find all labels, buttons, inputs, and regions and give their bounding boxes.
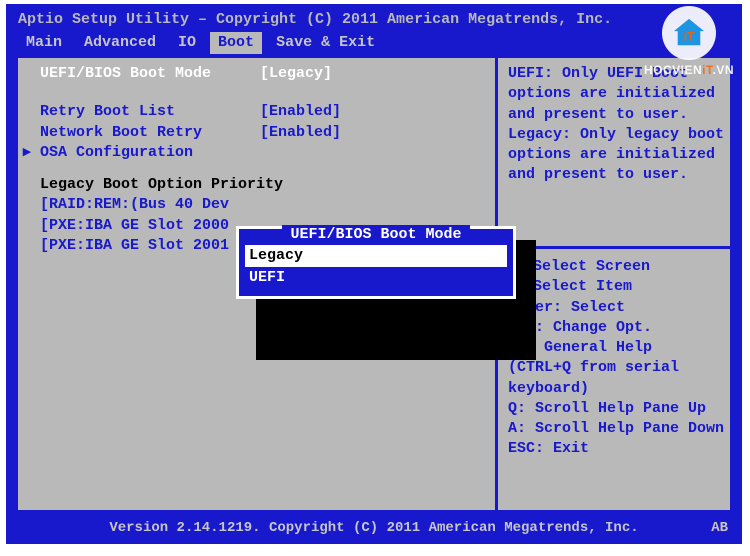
key-f1: F1: General Help — [508, 338, 724, 358]
key-enter: Enter: Select — [508, 298, 724, 318]
key-ctrlq-2: keyboard) — [508, 379, 724, 399]
key-esc: ESC: Exit — [508, 439, 724, 459]
menu-advanced[interactable]: Advanced — [76, 32, 164, 54]
setting-value: [Legacy] — [260, 64, 332, 84]
menu-save-exit[interactable]: Save & Exit — [268, 32, 383, 54]
title-text: Aptio Setup Utility – Copyright (C) 2011… — [18, 11, 612, 28]
menu-io[interactable]: IO — [170, 32, 204, 54]
setting-value: [Enabled] — [260, 123, 341, 143]
key-select-item: ↕ Select Item — [508, 277, 724, 297]
popup-option-uefi[interactable]: UEFI — [245, 267, 507, 289]
key-q: Q: Scroll Help Pane Up — [508, 399, 724, 419]
key-a: A: Scroll Help Pane Down — [508, 419, 724, 439]
version-footer: Version 2.14.1219. Copyright (C) 2011 Am… — [6, 519, 742, 538]
key-select-screen: ↔ Select Screen — [508, 257, 724, 277]
help-text: UEFI: Only UEFI Boot options are initial… — [498, 56, 730, 246]
setting-label: OSA Configuration — [40, 143, 260, 163]
setting-value: [Enabled] — [260, 102, 341, 122]
setting-osa-configuration[interactable]: ▸ OSA Configuration — [26, 143, 483, 163]
menu-boot[interactable]: Boot — [210, 32, 262, 54]
setting-uefi-bios-boot-mode[interactable]: UEFI/BIOS Boot Mode [Legacy] — [26, 64, 483, 84]
popup-body: Legacy UEFI — [239, 243, 513, 296]
bios-window: Aptio Setup Utility – Copyright (C) 2011… — [6, 4, 742, 544]
key-change: +/-: Change Opt. — [508, 318, 724, 338]
popup-title-wrap: UEFI/BIOS Boot Mode — [239, 229, 513, 243]
setting-retry-boot-list[interactable]: Retry Boot List [Enabled] — [26, 102, 483, 122]
key-ctrlq-1: (CTRL+Q from serial — [508, 358, 724, 378]
setting-label: Retry Boot List — [40, 102, 260, 122]
popup-title: UEFI/BIOS Boot Mode — [282, 225, 469, 245]
menu-main[interactable]: Main — [18, 32, 70, 54]
popup-option-legacy[interactable]: Legacy — [245, 245, 507, 267]
spacer — [26, 84, 483, 102]
boot-mode-popup: UEFI/BIOS Boot Mode Legacy UEFI — [236, 226, 516, 299]
boot-item[interactable]: [RAID:REM:(Bus 40 Dev — [26, 195, 483, 215]
title-bar: Aptio Setup Utility – Copyright (C) 2011… — [6, 4, 742, 30]
submenu-arrow-icon: ▸ — [23, 143, 31, 163]
setting-label: UEFI/BIOS Boot Mode — [40, 64, 260, 84]
footer-badge: AB — [711, 519, 728, 538]
setting-network-boot-retry[interactable]: Network Boot Retry [Enabled] — [26, 123, 483, 143]
legacy-priority-heading: Legacy Boot Option Priority — [26, 175, 483, 195]
setting-label: Network Boot Retry — [40, 123, 260, 143]
